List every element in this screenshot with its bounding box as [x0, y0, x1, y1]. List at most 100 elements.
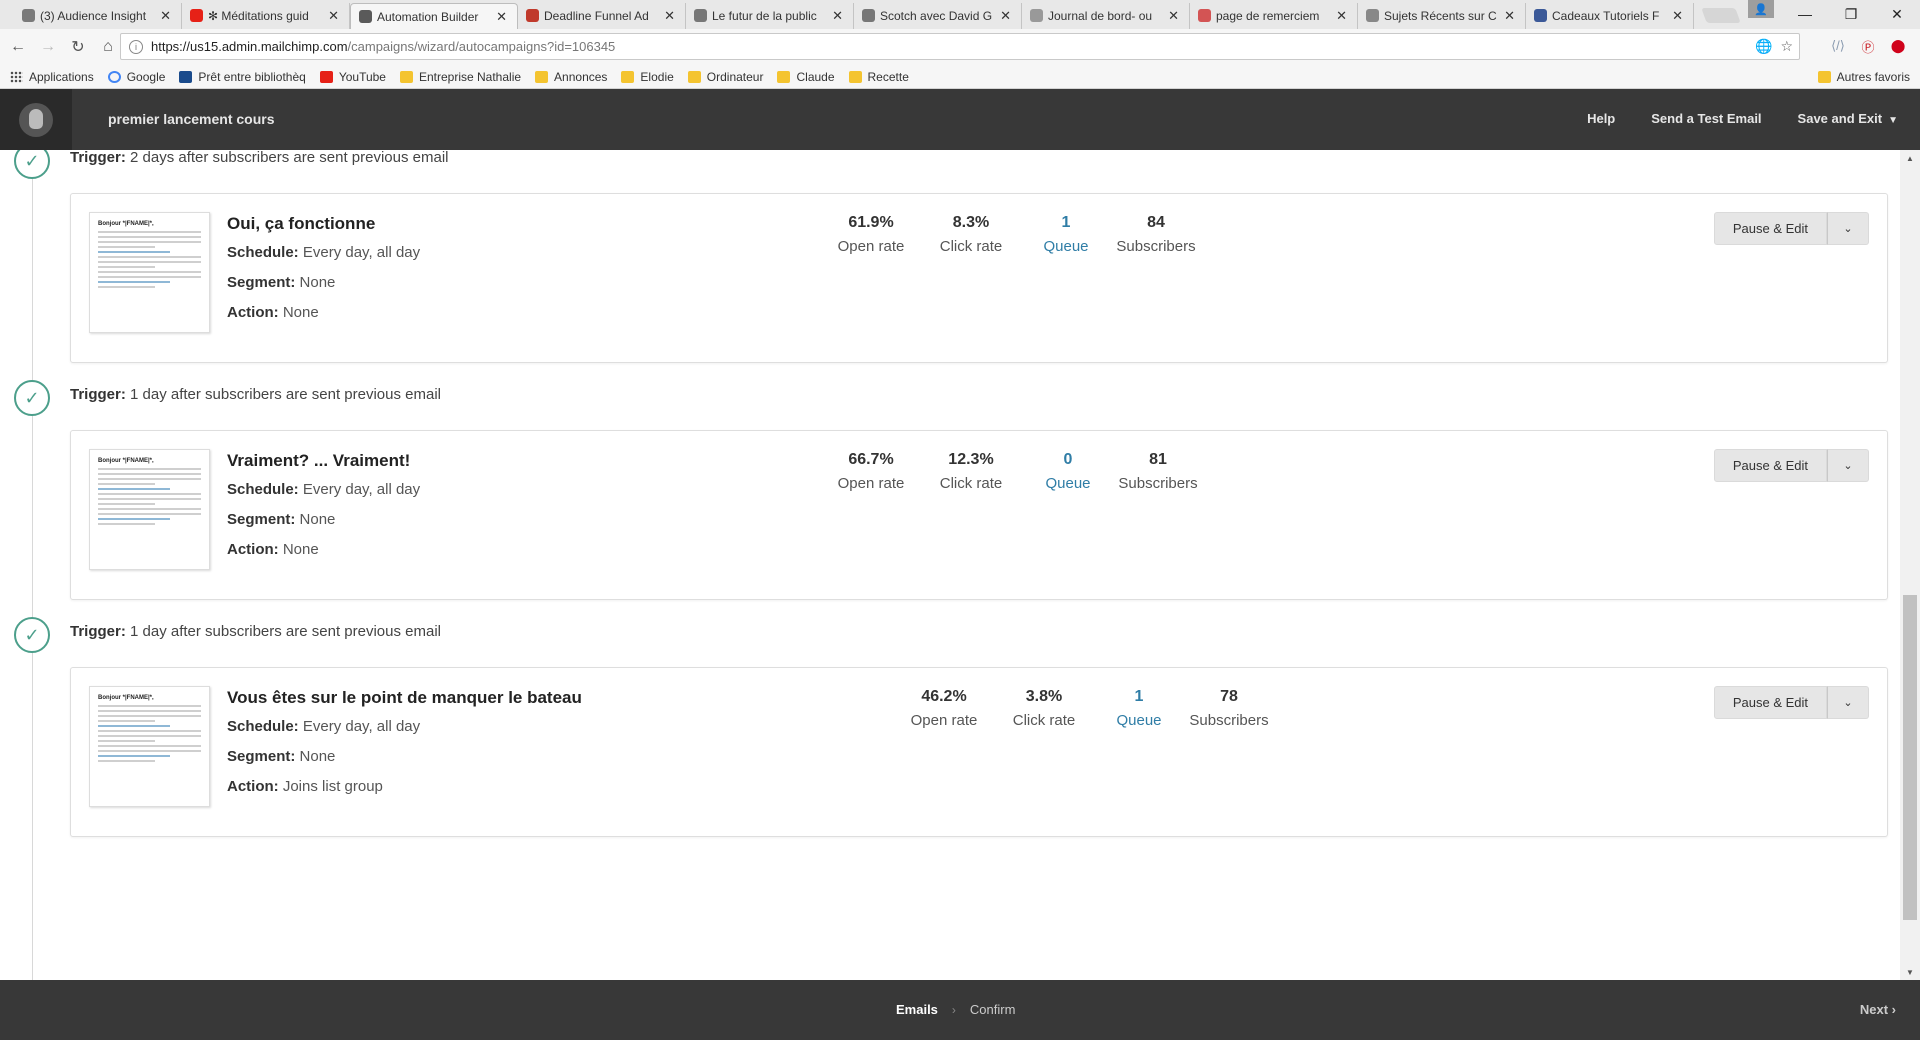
scroll-down-icon[interactable]: ▼ — [1900, 964, 1920, 980]
url-path: /campaigns/wizard/autocampaigns?id=10634… — [347, 39, 616, 54]
reload-icon[interactable]: ↻ — [66, 35, 90, 59]
pause-edit-button[interactable]: Pause & Edit — [1713, 449, 1827, 482]
bookmark-star-icon[interactable]: ☆ — [1780, 38, 1793, 55]
email-title[interactable]: Vraiment? ... Vraiment! — [227, 451, 410, 471]
queue-stat[interactable]: 0 Queue — [1045, 451, 1090, 492]
browser-tab[interactable]: Deadline Funnel Ad ✕ — [518, 3, 686, 29]
profile-icon[interactable]: 👤 — [1748, 0, 1774, 18]
action-label: Action: — [227, 541, 279, 558]
home-icon[interactable]: ⌂ — [96, 35, 120, 59]
bookmark-label: Claude — [796, 69, 835, 84]
close-window-icon[interactable]: ✕ — [1874, 0, 1920, 28]
browser-tab[interactable]: Scotch avec David G ✕ — [854, 3, 1022, 29]
save-and-exit-button[interactable]: Save and Exit ▼ — [1798, 111, 1898, 126]
tab-close-icon[interactable]: ✕ — [1504, 8, 1515, 24]
chevron-down-icon[interactable]: ⌄ — [1827, 212, 1869, 245]
bookmark-item[interactable]: Recette — [848, 70, 909, 84]
tab-close-icon[interactable]: ✕ — [328, 8, 339, 24]
tab-close-icon[interactable]: ✕ — [496, 9, 507, 25]
info-icon[interactable]: i — [129, 39, 143, 54]
email-segment: Segment: None — [227, 511, 335, 528]
click-rate-stat-label: Click rate — [1012, 712, 1076, 729]
minimize-icon[interactable]: — — [1782, 0, 1828, 28]
browser-tab[interactable]: Le futur de la public ✕ — [686, 3, 854, 29]
thumbnail-line — [98, 266, 155, 268]
bookmark-label: YouTube — [338, 69, 386, 84]
email-preview-thumbnail[interactable]: Bonjour *|FNAME|*, — [89, 212, 210, 333]
page-scrollbar[interactable]: ▲ ▼ — [1900, 150, 1920, 980]
mailchimp-logo[interactable] — [0, 89, 72, 150]
step-emails[interactable]: Emails — [896, 1002, 938, 1017]
timeline-line — [32, 150, 33, 980]
forward-icon[interactable]: → — [36, 35, 60, 59]
action-value: None — [282, 304, 319, 321]
browser-tab[interactable]: Cadeaux Tutoriels F ✕ — [1526, 3, 1694, 29]
subscribers-stat-value: 84 — [1147, 214, 1165, 231]
tab-close-icon[interactable]: ✕ — [664, 8, 675, 24]
schedule-label: Schedule: — [227, 718, 299, 735]
bookmark-item[interactable]: Google — [107, 70, 165, 84]
scroll-thumb[interactable] — [1903, 595, 1917, 920]
scroll-up-icon[interactable]: ▲ — [1900, 150, 1920, 166]
email-title[interactable]: Oui, ça fonctionne — [227, 214, 375, 234]
email-card: Bonjour *|FNAME|*, Oui, ça fonctionne Sche… — [70, 193, 1888, 363]
tab-title: (3) Audience Insight — [40, 9, 147, 23]
tab-title: Sujets Récents sur C — [1384, 9, 1497, 23]
other-bookmarks[interactable]: Autres favoris — [1817, 70, 1910, 84]
bookmark-item[interactable]: YouTube — [319, 69, 386, 84]
restore-icon[interactable]: ❐ — [1828, 0, 1874, 28]
open-rate-stat: 46.2% Open rate — [911, 688, 978, 729]
adblock-icon[interactable]: ⬤ — [1886, 34, 1910, 58]
trigger-check-icon: ✓ — [14, 150, 50, 179]
thumbnail-line — [98, 750, 201, 752]
segment-value: None — [299, 511, 336, 528]
step-confirm[interactable]: Confirm — [970, 1002, 1016, 1017]
bookmark-item[interactable]: Applications — [10, 70, 94, 84]
extension-code-icon[interactable]: ⟨/⟩ — [1826, 34, 1850, 58]
queue-stat[interactable]: 1 Queue — [1116, 688, 1161, 729]
bookmark-item[interactable]: Claude — [777, 69, 835, 84]
bookmark-item[interactable]: Ordinateur — [687, 70, 763, 84]
browser-tab[interactable]: page de remerciem ✕ — [1190, 3, 1358, 29]
segment-value: None — [299, 748, 336, 765]
chevron-down-icon[interactable]: ⌄ — [1827, 686, 1869, 719]
address-bar[interactable]: i https://us15.admin.mailchimp.com/campa… — [120, 33, 1800, 60]
bookmark-label: Elodie — [640, 69, 674, 84]
send-test-email-link[interactable]: Send a Test Email — [1651, 111, 1761, 126]
pause-edit-button[interactable]: Pause & Edit — [1713, 212, 1827, 245]
back-icon[interactable]: ← — [6, 35, 30, 59]
email-preview-thumbnail[interactable]: Bonjour *|FNAME|*, — [89, 449, 210, 570]
click-rate-stat-value: 8.3% — [952, 214, 990, 231]
thumbnail-line — [98, 755, 171, 757]
pinterest-icon[interactable]: Ⓟ — [1856, 34, 1880, 58]
browser-tab[interactable]: Journal de bord- ou ✕ — [1022, 3, 1190, 29]
pause-edit-button[interactable]: Pause & Edit — [1713, 686, 1827, 719]
tab-close-icon[interactable]: ✕ — [1000, 8, 1011, 24]
chevron-down-icon[interactable]: ⌄ — [1827, 449, 1869, 482]
bookmark-item[interactable]: Elodie — [621, 69, 674, 84]
tab-close-icon[interactable]: ✕ — [1168, 8, 1179, 24]
translate-icon[interactable]: 🌐 — [1755, 38, 1772, 55]
help-link[interactable]: Help — [1587, 111, 1615, 126]
new-tab-button[interactable] — [1701, 8, 1741, 23]
tab-close-icon[interactable]: ✕ — [1336, 8, 1347, 24]
subscribers-stat: 78 Subscribers — [1189, 688, 1268, 729]
tab-close-icon[interactable]: ✕ — [160, 8, 171, 24]
bookmark-item[interactable]: Prêt entre bibliothèq — [179, 70, 306, 84]
bookmark-label: Annonces — [554, 69, 608, 84]
queue-stat[interactable]: 1 Queue — [1043, 214, 1088, 255]
email-preview-thumbnail[interactable]: Bonjour *|FNAME|*, — [89, 686, 210, 807]
tab-close-icon[interactable]: ✕ — [1672, 8, 1683, 24]
email-title[interactable]: Vous êtes sur le point de manquer le bat… — [227, 688, 582, 708]
browser-tab[interactable]: ✻ Méditations guid ✕ — [182, 3, 350, 29]
email-action: Action: None — [227, 541, 319, 558]
thumbnail-line — [98, 498, 201, 500]
browser-tab[interactable]: Sujets Récents sur C ✕ — [1358, 3, 1526, 29]
app-header: premier lancement cours Help Send a Test… — [0, 89, 1920, 150]
tab-close-icon[interactable]: ✕ — [832, 8, 843, 24]
browser-tab[interactable]: Automation Builder ✕ — [350, 3, 518, 29]
bookmark-item[interactable]: Entreprise Nathalie — [399, 70, 521, 84]
next-button[interactable]: Next › — [1860, 1002, 1896, 1017]
bookmark-item[interactable]: Annonces — [535, 70, 607, 84]
browser-tab[interactable]: (3) Audience Insight ✕ — [14, 3, 182, 29]
